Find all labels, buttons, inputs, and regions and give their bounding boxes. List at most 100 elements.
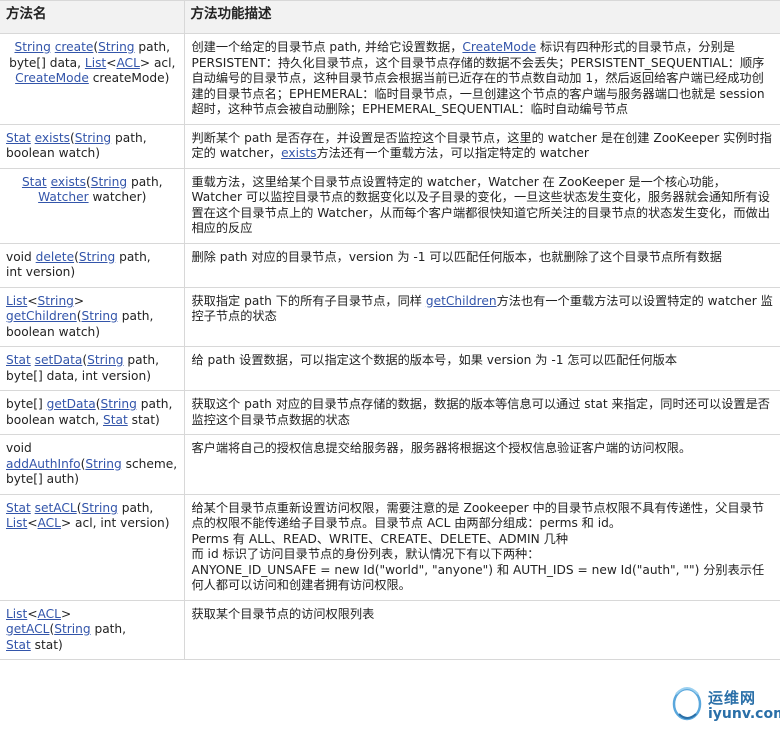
type-link[interactable]: getACL bbox=[6, 622, 49, 636]
method-text: > acl, bbox=[139, 55, 176, 70]
method-text: > bbox=[60, 606, 72, 621]
watermark-en: iyunv.com bbox=[708, 706, 780, 722]
type-link[interactable]: Stat bbox=[103, 413, 128, 427]
type-link[interactable]: CreateMode bbox=[462, 40, 536, 54]
type-link[interactable]: ACL bbox=[38, 516, 61, 530]
method-description: 创建一个给定的目录节点 path, 并给它设置数据，CreateMode 标识有… bbox=[184, 33, 780, 125]
description-text: ANYONE_ID_UNSAFE = new Id("world", "anyo… bbox=[191, 562, 765, 593]
type-link[interactable]: List bbox=[85, 56, 106, 70]
table-row: List<String> getChildren(String path, bool… bbox=[0, 287, 780, 347]
type-link[interactable]: getChildren bbox=[426, 294, 497, 308]
method-text: byte[] auth) bbox=[6, 472, 80, 486]
type-link[interactable]: String bbox=[79, 250, 115, 264]
type-link[interactable]: String bbox=[101, 397, 137, 411]
description-text: 重载方法，这里给某个目录节点设置特定的 watcher，Watcher 在 Zo… bbox=[191, 174, 770, 236]
method-text: int version) bbox=[6, 265, 76, 279]
type-link[interactable]: String bbox=[87, 353, 123, 367]
description-text: 创建一个给定的目录节点 path, 并给它设置数据， bbox=[191, 40, 463, 54]
type-link[interactable]: List bbox=[6, 294, 27, 308]
type-link[interactable]: ACL bbox=[38, 607, 61, 621]
type-link[interactable]: String bbox=[98, 40, 134, 54]
type-link[interactable]: exists bbox=[51, 175, 86, 189]
description-text: 方法还有一个重载方法，可以指定特定的 watcher bbox=[316, 146, 589, 160]
method-text: path, bbox=[117, 309, 154, 323]
method-signature: void addAuthInfo(String scheme, byte[] aut… bbox=[0, 434, 185, 495]
method-signature: List<ACL> getACL(String path, Stat stat) bbox=[0, 600, 185, 660]
type-link[interactable]: ACL bbox=[116, 56, 139, 70]
method-signature: Stat setData(String path, byte[] data, in… bbox=[0, 346, 185, 391]
method-text: byte[] bbox=[6, 397, 47, 411]
type-link[interactable]: String bbox=[82, 309, 118, 323]
method-signature: byte[] getData(String path, boolean watch… bbox=[0, 390, 185, 435]
type-link[interactable]: Stat bbox=[6, 353, 31, 367]
table-row: Stat setData(String path, byte[] data, in… bbox=[0, 346, 780, 391]
type-link[interactable]: String bbox=[91, 175, 127, 189]
type-link[interactable]: String bbox=[54, 622, 90, 636]
method-description: 获取指定 path 下的所有子目录节点，同样 getChildren方法也有一个… bbox=[184, 287, 780, 347]
method-text: path, bbox=[127, 174, 163, 189]
method-text: path, bbox=[136, 397, 173, 411]
method-description: 给某个目录节点重新设置访问权限，需要注意的是 Zookeeper 中的目录节点权… bbox=[184, 494, 780, 601]
type-link[interactable]: String bbox=[85, 457, 121, 471]
table-row: byte[] getData(String path, boolean watch… bbox=[0, 390, 780, 435]
method-signature: String create(String path, byte[] data, L… bbox=[0, 33, 185, 125]
description-text: 获取这个 path 对应的目录节点存储的数据，数据的版本等信息可以通过 stat… bbox=[191, 397, 770, 427]
table-header-row: 方法名 方法功能描述 bbox=[0, 0, 780, 34]
header-method: 方法名 bbox=[0, 0, 185, 34]
method-text: stat) bbox=[30, 637, 63, 652]
method-text: boolean watch) bbox=[6, 324, 100, 339]
method-signature: List<String> getChildren(String path, bool… bbox=[0, 287, 185, 347]
type-link[interactable]: exists bbox=[35, 131, 70, 145]
method-text: scheme, bbox=[121, 456, 178, 471]
method-description: 判断某个 path 是否存在，并设置是否监控这个目录节点，这里的 watcher… bbox=[184, 124, 780, 169]
method-text: void bbox=[6, 249, 36, 264]
type-link[interactable]: delete bbox=[36, 250, 74, 264]
table-row: Stat exists(String path, boolean watch) 判断… bbox=[0, 124, 780, 169]
method-description: 获取某个目录节点的访问权限列表 bbox=[184, 600, 780, 660]
type-link[interactable]: String bbox=[14, 40, 50, 54]
method-signature: Stat setACL(String path, List<ACL> acl, i… bbox=[0, 494, 185, 601]
type-link[interactable]: addAuthInfo bbox=[6, 457, 81, 471]
type-link[interactable]: String bbox=[81, 501, 117, 515]
description-text: 给某个目录节点重新设置访问权限，需要注意的是 Zookeeper 中的目录节点权… bbox=[191, 500, 765, 531]
watermark-cn: 运维网 bbox=[708, 689, 757, 707]
type-link[interactable]: create bbox=[55, 40, 94, 54]
type-link[interactable]: String bbox=[75, 131, 111, 145]
type-link[interactable]: getData bbox=[47, 397, 96, 411]
type-link[interactable]: setACL bbox=[35, 501, 77, 515]
description-text: 而 id 标识了访问目录节点的身份列表，默认情况下有以下两种： bbox=[191, 547, 540, 561]
brand-ring-icon bbox=[672, 687, 702, 721]
table-row: void addAuthInfo(String scheme, byte[] aut… bbox=[0, 434, 780, 495]
api-table: 方法名 方法功能描述 String create(String path, byt… bbox=[0, 0, 780, 660]
method-text: path, bbox=[90, 622, 127, 636]
method-text: stat) bbox=[127, 412, 160, 427]
type-link[interactable]: Stat bbox=[6, 131, 31, 145]
method-text: path, bbox=[117, 500, 154, 515]
method-text: path, bbox=[123, 353, 159, 367]
type-link[interactable]: setData bbox=[35, 353, 83, 367]
method-description: 客户端将自己的授权信息提交给服务器，服务器将根据这个授权信息验证客户端的访问权限… bbox=[184, 434, 780, 495]
method-text: createMode) bbox=[88, 71, 170, 85]
type-link[interactable]: CreateMode bbox=[15, 71, 89, 85]
method-description: 获取这个 path 对应的目录节点存储的数据，数据的版本等信息可以通过 stat… bbox=[184, 390, 780, 435]
method-description: 删除 path 对应的目录节点，version 为 -1 可以匹配任何版本，也就… bbox=[184, 243, 780, 288]
type-link[interactable]: List bbox=[6, 607, 27, 621]
type-link[interactable]: exists bbox=[281, 146, 316, 160]
description-text: 获取某个目录节点的访问权限列表 bbox=[191, 606, 375, 621]
method-text: watcher) bbox=[88, 190, 147, 204]
watermark: 运维网 iyunv.com bbox=[668, 684, 780, 728]
type-link[interactable]: String bbox=[38, 294, 74, 308]
type-link[interactable]: Stat bbox=[6, 638, 31, 652]
type-link[interactable]: Stat bbox=[6, 501, 31, 515]
method-signature: void delete(String path, int version) bbox=[0, 243, 185, 288]
description-text: 获取指定 path 下的所有子目录节点，同样 bbox=[191, 293, 426, 308]
method-text: path, bbox=[115, 249, 151, 264]
method-text: < bbox=[27, 516, 38, 530]
type-link[interactable]: List bbox=[6, 516, 27, 530]
method-text: > bbox=[73, 293, 85, 308]
type-link[interactable]: getChildren bbox=[6, 309, 77, 323]
method-signature: Stat exists(String path, Watcher watcher) bbox=[0, 168, 185, 244]
type-link[interactable]: Stat bbox=[22, 175, 47, 189]
type-link[interactable]: Watcher bbox=[38, 190, 88, 204]
table-row: String create(String path, byte[] data, L… bbox=[0, 33, 780, 125]
